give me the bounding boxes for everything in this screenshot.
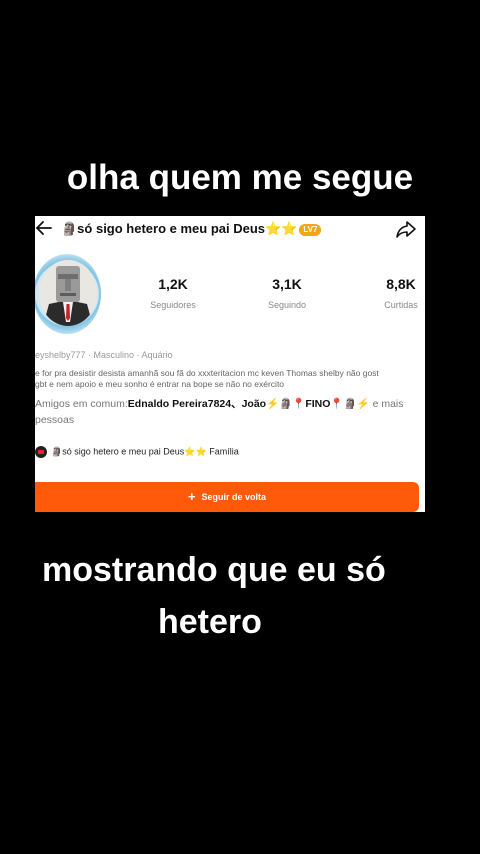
bio-line: gbt e nem apoio e meu sonho é entrar na … xyxy=(35,379,285,389)
mutual-friends-prefix: Amigos em comum: xyxy=(35,398,128,410)
group-avatar-icon xyxy=(35,446,47,458)
avatar[interactable] xyxy=(35,252,103,338)
group-suffix: Família xyxy=(206,446,239,457)
group-stars: ⭐⭐ xyxy=(184,446,207,457)
profile-header: 🗿só sigo hetero e meu pai Deus⭐⭐ LV7 xyxy=(35,216,425,242)
stat-following[interactable]: 3,1K Seguindo xyxy=(247,276,327,310)
follow-back-label: Seguir de volta xyxy=(201,492,267,502)
back-arrow-icon[interactable] xyxy=(35,218,53,238)
caption-bottom: mostrando que eu só hetero xyxy=(30,544,450,648)
likes-count: 8,8K xyxy=(386,276,416,292)
group-link[interactable]: 🗿só sigo hetero e meu pai Deus⭐⭐ Família xyxy=(35,446,239,458)
moai-suit-icon xyxy=(39,260,97,326)
mutual-friends-emoji: ⚡🗿📍 xyxy=(266,398,306,410)
mutual-friend-fino: FINO xyxy=(305,398,331,410)
mutual-friends-emoji-tail: 📍🗿⚡ xyxy=(330,398,370,410)
followers-count: 1,2K xyxy=(158,276,188,292)
profile-name-stars: ⭐⭐ xyxy=(265,221,298,236)
mutual-friends-line2: pessoas xyxy=(35,414,75,426)
follow-back-button[interactable]: + Seguir de volta xyxy=(35,482,419,512)
profile-bio: e for pra desistir desista amanhã sou fã… xyxy=(35,368,425,390)
caption-bottom-line1: mostrando que eu só xyxy=(42,551,386,589)
bio-line: e for pra desistir desista amanhã sou fã… xyxy=(35,368,379,378)
group-name: 🗿só sigo hetero e meu pai Deus xyxy=(51,446,185,457)
mutual-friends[interactable]: Amigos em comum:Ednaldo Pereira7824、João… xyxy=(35,396,425,428)
following-label: Seguindo xyxy=(267,300,307,310)
mutual-friends-suffix: e mais xyxy=(369,398,404,410)
profile-name-text: 🗿só sigo hetero e meu pai Deus xyxy=(61,221,266,236)
share-icon[interactable] xyxy=(395,218,417,240)
followers-label: Seguidores xyxy=(150,300,196,310)
level-badge: LV7 xyxy=(299,223,322,236)
stat-likes[interactable]: 8,8K Curtidas xyxy=(361,276,425,310)
avatar-image xyxy=(39,260,97,326)
stat-followers[interactable]: 1,2K Seguidores xyxy=(133,276,213,310)
plus-icon: + xyxy=(187,489,196,504)
profile-meta: eyshelby777 · Masculino · Aquário xyxy=(35,350,173,360)
following-count: 3,1K xyxy=(272,276,302,292)
profile-card: 🗿só sigo hetero e meu pai Deus⭐⭐ LV7 1,2K… xyxy=(35,216,425,512)
mutual-friends-names: Ednaldo Pereira7824、João xyxy=(127,398,267,410)
caption-top: olha quem me segue xyxy=(66,158,414,197)
likes-label: Curtidas xyxy=(384,300,418,310)
caption-bottom-line2: hetero xyxy=(158,603,262,641)
profile-name: 🗿só sigo hetero e meu pai Deus⭐⭐ LV7 xyxy=(61,221,322,237)
